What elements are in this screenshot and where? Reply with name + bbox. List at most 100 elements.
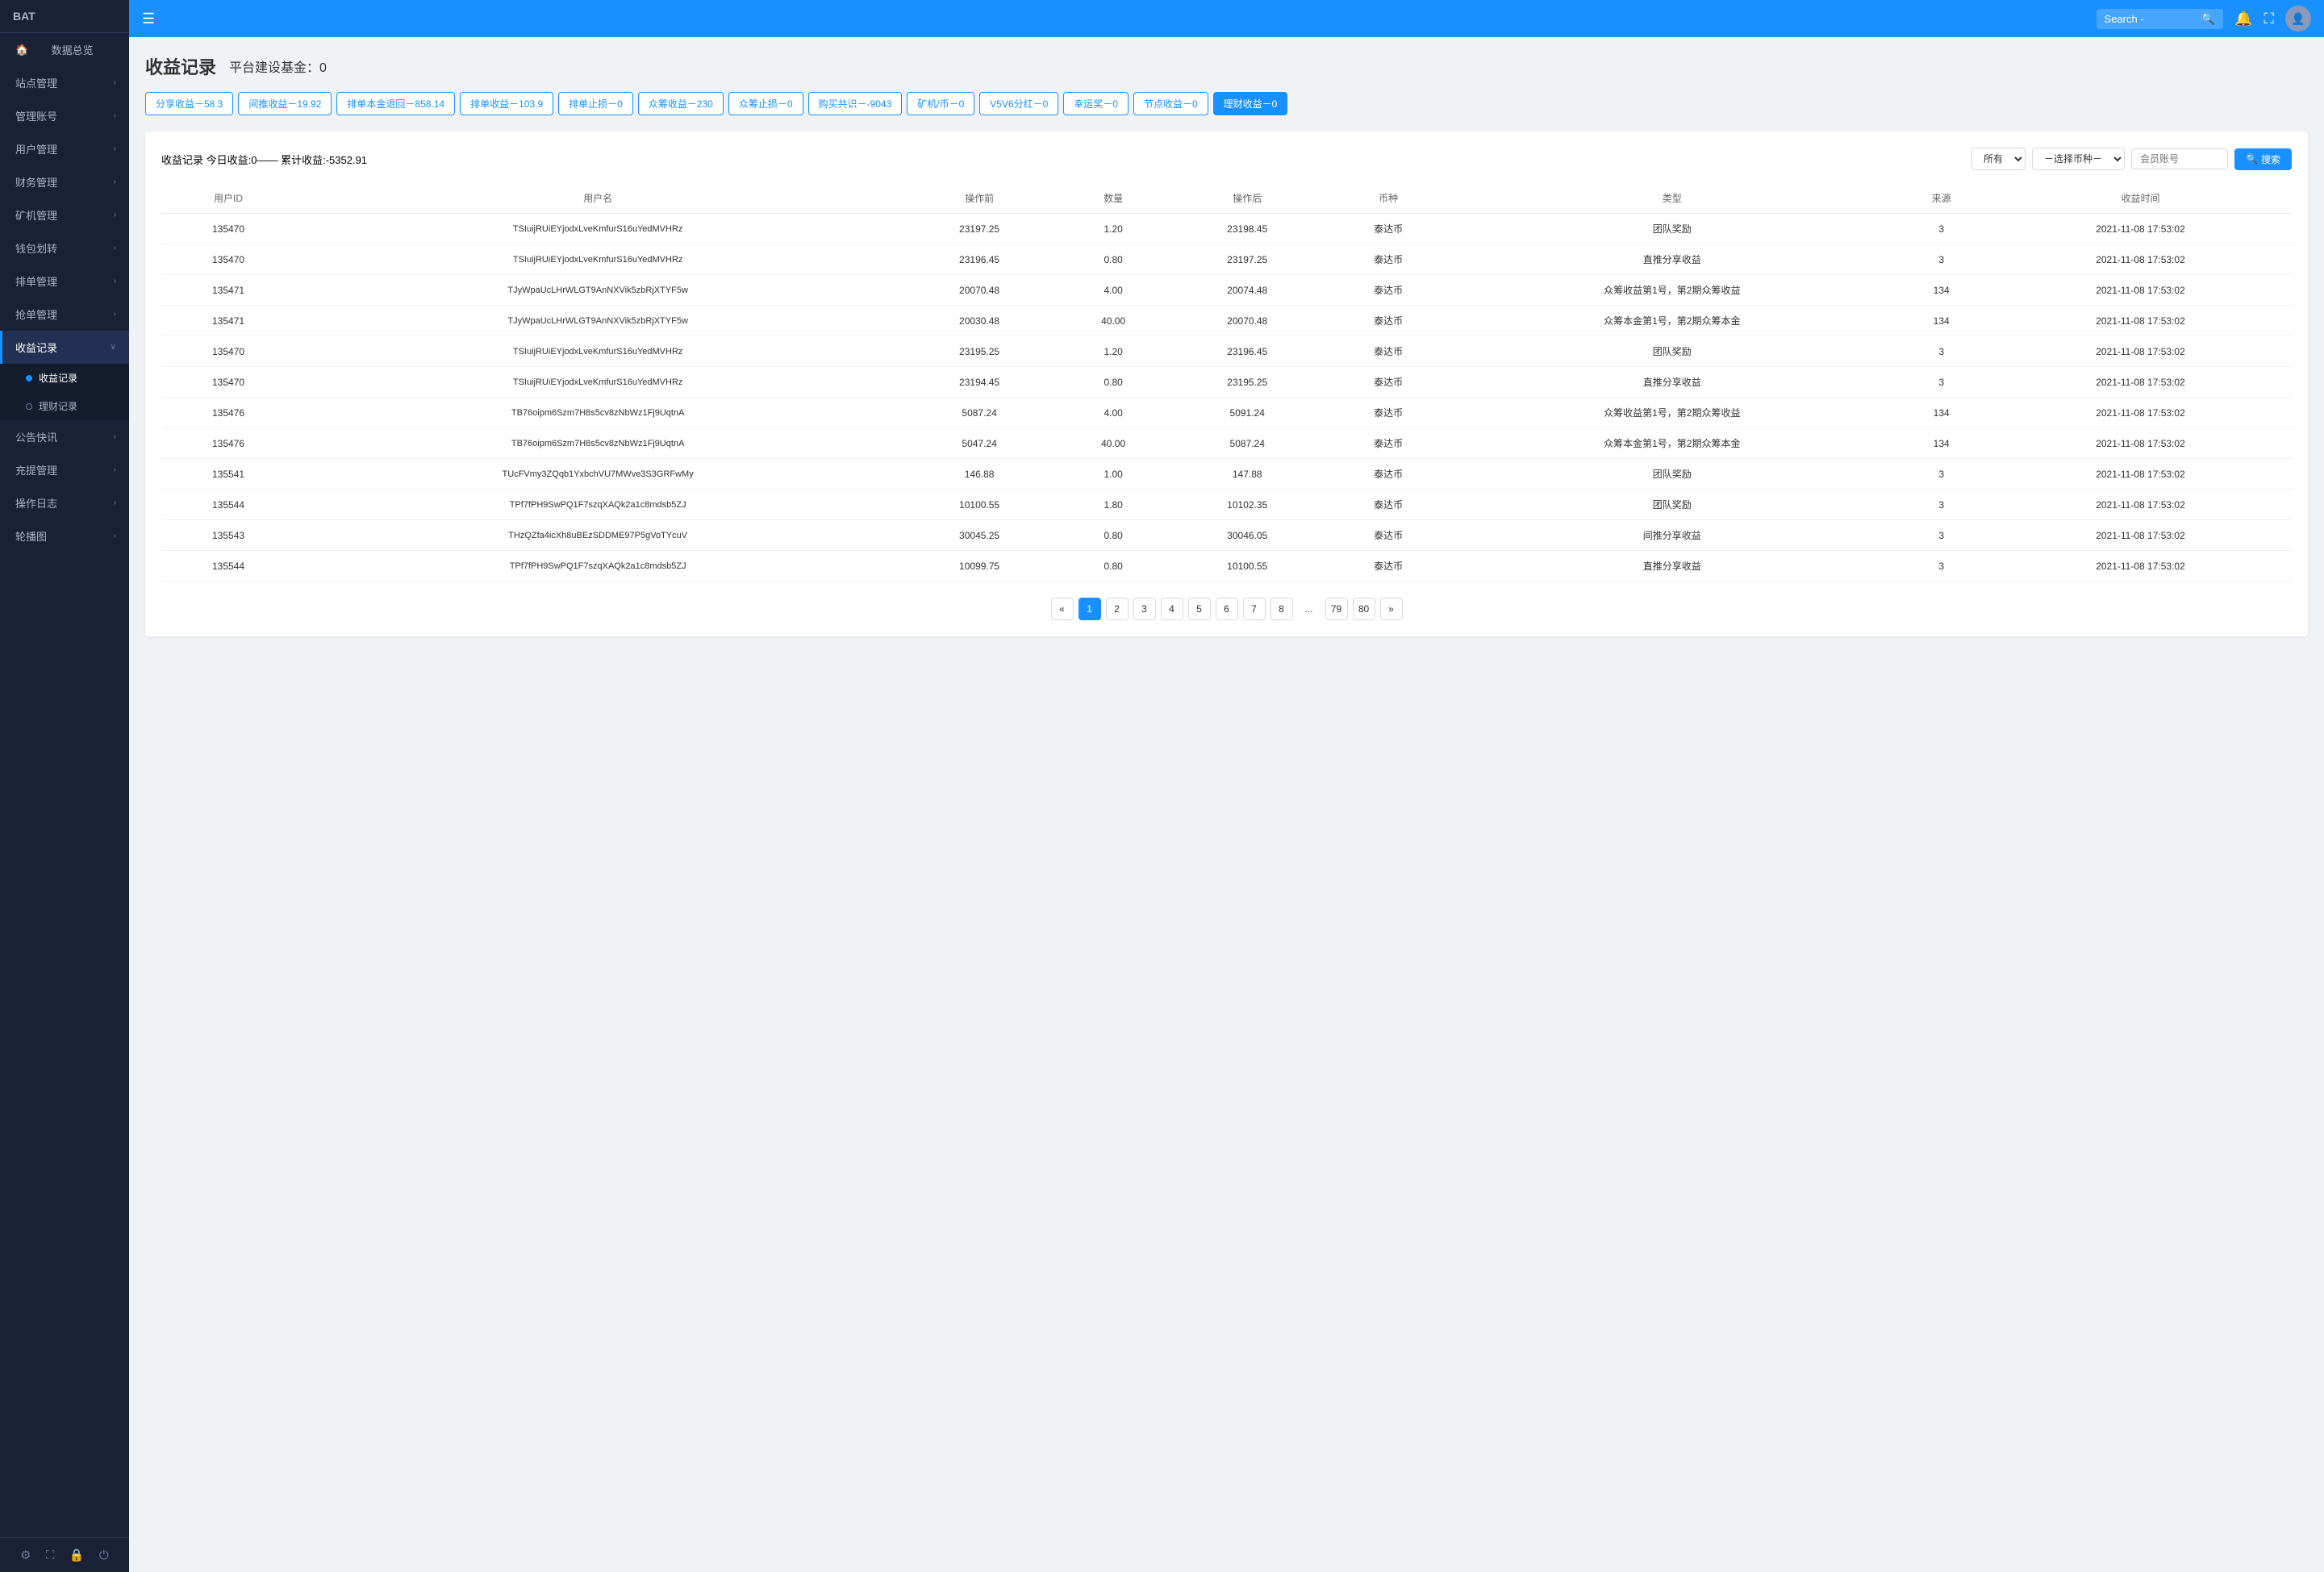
sidebar-item-carousel[interactable]: 轮播图 › [0, 519, 129, 552]
page-btn-8[interactable]: 8 [1270, 598, 1293, 620]
page-btn-3[interactable]: 3 [1133, 598, 1156, 620]
lock-icon[interactable]: 🔒 [69, 1548, 85, 1562]
filter-tab-node-income[interactable]: 节点收益－0 [1133, 92, 1208, 115]
settings-icon[interactable]: ⚙ [20, 1548, 31, 1562]
filter-tab-row-income[interactable]: 排单收益－103.9 [460, 92, 553, 115]
filter-tab-miner-coin[interactable]: 矿机/币－0 [907, 92, 974, 115]
sidebar-item-finance[interactable]: 财务管理 › [0, 165, 129, 198]
summary-total: 累计收益:-5352.91 [281, 154, 367, 166]
sidebar-item-label: 矿机管理 [15, 207, 57, 223]
notification-icon[interactable]: 🔔 [2234, 10, 2252, 27]
search-input[interactable] [2105, 13, 2201, 25]
cell-coin: 泰达币 [1326, 551, 1450, 582]
filter-tabs: 分享收益－58.3 间推收益－19.92 排单本金退回－858.14 排单收益－… [145, 92, 2308, 115]
page-btn-80[interactable]: 80 [1353, 598, 1375, 620]
filter-tab-v5v6[interactable]: V5V6分红－0 [979, 92, 1058, 115]
filter-tab-recommend[interactable]: 间推收益－19.92 [238, 92, 332, 115]
page-btn-5[interactable]: 5 [1188, 598, 1211, 620]
sidebar-item-rowmgr[interactable]: 排单管理 › [0, 265, 129, 298]
cell-username: TJyWpaUcLHrWLGT9AnNXVik5zbRjXTYF5w [295, 275, 900, 306]
avatar[interactable]: 👤 [2285, 6, 2311, 31]
sidebar-item-site[interactable]: 站点管理 › [0, 66, 129, 99]
search-button[interactable]: 🔍 搜索 [2234, 148, 2292, 170]
all-filter-select[interactable]: 所有 [1971, 148, 2026, 170]
member-input[interactable] [2131, 148, 2228, 169]
filter-tab-share[interactable]: 分享收益－58.3 [145, 92, 233, 115]
cell-type: 直推分享收益 [1450, 367, 1893, 398]
page-btn-2[interactable]: 2 [1106, 598, 1129, 620]
cell-coin: 泰达币 [1326, 275, 1450, 306]
cell-uid: 135544 [161, 490, 295, 520]
cell-uid: 135541 [161, 459, 295, 490]
cell-username: TPf7fPH9SwPQ1F7szqXAQk2a1c8mdsb5ZJ [295, 490, 900, 520]
cell-type: 众筹收益第1号，第2期众筹收益 [1450, 398, 1893, 428]
filter-tab-crowd-loss[interactable]: 众筹止损－0 [728, 92, 803, 115]
filter-tab-row-loss[interactable]: 排单止损－0 [558, 92, 633, 115]
home-icon: 🏠 [15, 44, 28, 56]
cell-coin: 泰达币 [1326, 244, 1450, 275]
sidebar-item-grabmgr[interactable]: 抢单管理 › [0, 298, 129, 331]
cell-before: 23195.25 [900, 336, 1058, 367]
table-row: 135470 TSIuijRUiEYjodxLveKmfurS16uYedMVH… [161, 244, 2292, 275]
cell-username: TB76oipm6Szm7H8s5cv8zNbWz1Fj9UqtnA [295, 428, 900, 459]
cell-coin: 泰达币 [1326, 398, 1450, 428]
sidebar-item-oplog[interactable]: 操作日志 › [0, 486, 129, 519]
cell-username: TPf7fPH9SwPQ1F7szqXAQk2a1c8mdsb5ZJ [295, 551, 900, 582]
page-btn-79[interactable]: 79 [1325, 598, 1348, 620]
cell-type: 团队奖励 [1450, 214, 1893, 244]
table-row: 135476 TB76oipm6Szm7H8s5cv8zNbWz1Fj9Uqtn… [161, 428, 2292, 459]
cell-coin: 泰达币 [1326, 336, 1450, 367]
table-row: 135543 THzQZfa4icXh8uBEzSDDME97P5gVoTYcu… [161, 520, 2292, 551]
cell-after: 5091.24 [1168, 398, 1326, 428]
chevron-right-icon: › [114, 465, 116, 474]
cell-username: TSIuijRUiEYjodxLveKmfurS16uYedMVHRz [295, 367, 900, 398]
sidebar-item-notice[interactable]: 公告快讯 › [0, 420, 129, 453]
sidebar-item-miner[interactable]: 矿机管理 › [0, 198, 129, 231]
page-btn-6[interactable]: 6 [1216, 598, 1238, 620]
expand-icon[interactable]: ⛶ [2264, 10, 2274, 27]
page-btn-4[interactable]: 4 [1161, 598, 1183, 620]
page-prev-btn[interactable]: « [1051, 598, 1074, 620]
fullscreen-icon[interactable]: ⛶ [46, 1549, 55, 1562]
sidebar-item-accounts[interactable]: 管理账号 › [0, 99, 129, 132]
sidebar-sub-label: 理财记录 [39, 399, 77, 413]
sidebar-item-recharge[interactable]: 充提管理 › [0, 453, 129, 486]
sidebar-item-label: 抢单管理 [15, 306, 57, 322]
filter-tab-buy-share[interactable]: 购买共识－-9043 [808, 92, 903, 115]
cell-type: 直推分享收益 [1450, 244, 1893, 275]
cell-uid: 135476 [161, 428, 295, 459]
page-title: 收益记录 [145, 53, 216, 79]
table-header: 用户ID 用户名 操作前 数量 操作后 币种 类型 来源 收益时间 [161, 183, 2292, 214]
chevron-right-icon: › [114, 78, 116, 87]
sidebar-item-label: 财务管理 [15, 174, 57, 190]
sidebar-item-users[interactable]: 用户管理 › [0, 132, 129, 165]
page-next-btn[interactable]: » [1380, 598, 1403, 620]
filter-tab-refund[interactable]: 排单本金退回－858.14 [336, 92, 455, 115]
sidebar-item-dashboard[interactable]: 🏠 数据总览 [0, 33, 129, 66]
page-btn-1[interactable]: 1 [1079, 598, 1101, 620]
search-icon[interactable]: 🔍 [2201, 12, 2215, 26]
coin-filter-select[interactable]: －选择币种－ [2032, 148, 2125, 170]
filter-tab-lucky[interactable]: 幸运奖－0 [1063, 92, 1129, 115]
sidebar-sub-item-income-record[interactable]: 收益记录 [0, 364, 129, 392]
cell-time: 2021-11-08 17:53:02 [1989, 398, 2292, 428]
cell-uid: 135470 [161, 244, 295, 275]
sidebar-item-wallet[interactable]: 钱包划转 › [0, 231, 129, 265]
sidebar-item-label: 站点管理 [15, 75, 57, 90]
summary-row: 收益记录 今日收益:0—— 累计收益:-5352.91 所有 －选择币种－ 🔍 … [161, 148, 2292, 170]
filter-tab-manage-income[interactable]: 理财收益－0 [1213, 92, 1288, 115]
cell-type: 间推分享收益 [1450, 520, 1893, 551]
sidebar-sub-item-manage-record[interactable]: 理财记录 [0, 392, 129, 420]
filter-tab-crowd-income[interactable]: 众筹收益－230 [638, 92, 724, 115]
power-icon[interactable]: ⏻ [99, 1549, 109, 1562]
sidebar-item-income[interactable]: 收益记录 ∨ [0, 331, 129, 364]
table-row: 135544 TPf7fPH9SwPQ1F7szqXAQk2a1c8mdsb5Z… [161, 490, 2292, 520]
cell-source: 3 [1893, 214, 1989, 244]
chevron-down-icon: ∨ [111, 343, 116, 352]
cell-time: 2021-11-08 17:53:02 [1989, 520, 2292, 551]
cell-after: 5087.24 [1168, 428, 1326, 459]
menu-toggle-icon[interactable]: ☰ [142, 10, 155, 27]
page-btn-7[interactable]: 7 [1243, 598, 1266, 620]
table-row: 135541 TUcFVmy3ZQqb1YxbchVU7MWve3S3GRFwM… [161, 459, 2292, 490]
chevron-right-icon: › [114, 498, 116, 507]
